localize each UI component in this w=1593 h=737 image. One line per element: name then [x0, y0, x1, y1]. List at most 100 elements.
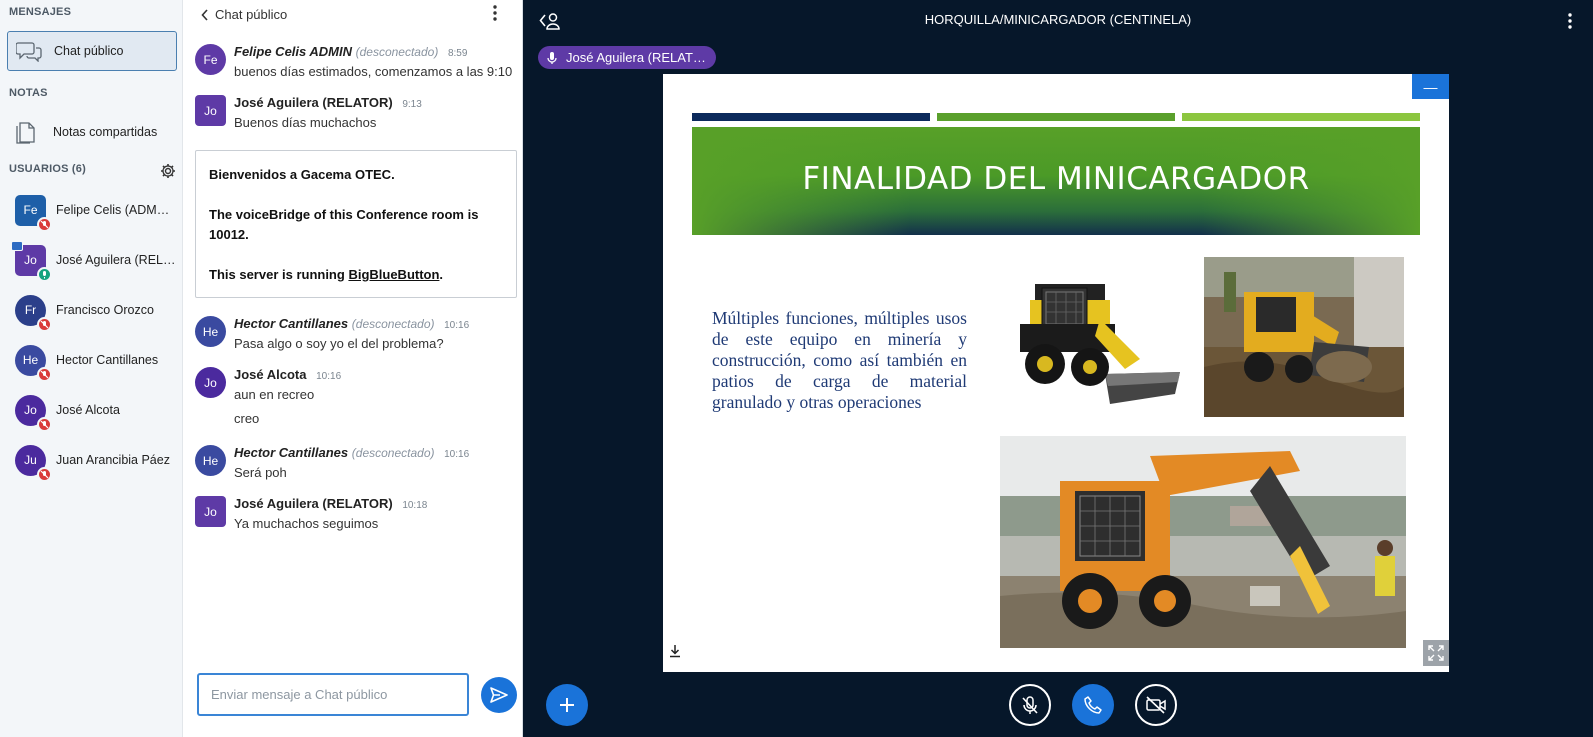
phone-icon	[1084, 696, 1102, 714]
avatar-initials: Jo	[24, 253, 37, 267]
chat-title: Chat público	[215, 7, 288, 22]
message-text: Buenos días muchachos	[234, 115, 377, 130]
fullscreen-button[interactable]	[1423, 640, 1449, 666]
users-section-title: USUARIOS (6)	[9, 163, 86, 175]
bar-green	[937, 113, 1175, 121]
minimize-presentation-button[interactable]: —	[1412, 74, 1449, 99]
slide-decoration-bars	[692, 113, 1427, 121]
user-name: José Aguilera (RELAT…	[56, 253, 181, 267]
muted-mic-icon	[37, 466, 52, 482]
sender-name: Hector Cantillanes	[234, 316, 349, 331]
avatar-initials: Fe	[23, 203, 38, 217]
chat-message-input[interactable]	[197, 673, 469, 716]
more-options-icon[interactable]	[1566, 12, 1574, 30]
send-message-button[interactable]	[481, 677, 517, 713]
slide-title: FINALIDAD DEL MINICARGADOR	[802, 161, 1310, 197]
actions-button[interactable]	[546, 684, 588, 726]
presentation-area: HORQUILLA/MINICARGADOR (CENTINELA) José …	[523, 0, 1593, 737]
welcome-message: Bienvenidos a Gacema OTEC. The voiceBrid…	[195, 150, 517, 298]
voicebridge-line: The voiceBridge of this Conference room …	[209, 207, 479, 242]
presentation-slide: — FINALIDAD DEL MINICARGADOR Múltiples f…	[663, 74, 1449, 672]
user-list-panel: MENSAJES Chat público NOTAS Notas compar…	[0, 0, 183, 737]
user-name: Francisco Orozco	[56, 303, 154, 317]
message-text: Pasa algo o soy yo el del problema?	[234, 336, 444, 351]
avatar: Jo	[11, 240, 52, 282]
chat-back-button[interactable]: Chat público	[201, 7, 287, 22]
message-time: 10:18	[402, 500, 428, 511]
message-text: buenos días estimados, comenzamos a las …	[234, 64, 513, 79]
avatar: Ju	[15, 444, 52, 482]
avatar: Fe	[195, 44, 226, 75]
user-item[interactable]: Jo José Alcota	[0, 385, 183, 435]
webcam-off-icon	[1146, 696, 1166, 714]
user-name: Felipe Celis (ADM…(Tu)	[56, 203, 181, 217]
message-text: Ya muchachos seguimos	[234, 516, 379, 531]
avatar: Fe	[15, 194, 52, 232]
mute-toggle-button[interactable]	[1009, 684, 1051, 726]
talking-indicator[interactable]: José Aguilera (RELAT…	[538, 46, 716, 69]
sender-status: (desconectado)	[355, 45, 439, 59]
avatar: Jo	[195, 496, 226, 527]
talking-user-name: José Aguilera (RELAT…	[566, 50, 706, 65]
user-item[interactable]: Ju Juan Arancibia Páez	[0, 435, 183, 485]
microphone-icon	[547, 51, 557, 64]
loader-site-photo	[1204, 257, 1404, 417]
case-loader-hammer-photo	[1000, 436, 1406, 648]
messages-section-title: MENSAJES	[9, 6, 72, 18]
server-line-suffix: .	[439, 267, 444, 282]
sender-status: (desconectado)	[351, 317, 435, 331]
avatar-initials: Fr	[24, 303, 37, 317]
gear-icon[interactable]	[160, 163, 176, 179]
bar-lime	[1182, 113, 1420, 121]
send-icon	[490, 687, 508, 703]
message-time: 8:59	[447, 48, 468, 59]
share-webcam-button[interactable]	[1135, 684, 1177, 726]
avatar-initials: Ju	[24, 453, 37, 467]
leave-audio-button[interactable]	[1072, 684, 1114, 726]
server-line-prefix: This server is running	[209, 267, 349, 282]
message-header: José Alcota 10:16	[234, 367, 341, 382]
meeting-title: HORQUILLA/MINICARGADOR (CENTINELA)	[924, 12, 1192, 27]
chat-bubbles-icon	[16, 42, 42, 62]
avatar: Jo	[195, 367, 226, 398]
muted-mic-icon	[37, 366, 52, 382]
fullscreen-icon	[1428, 645, 1444, 661]
muted-mic-icon	[37, 416, 52, 432]
user-item[interactable]: Fe Felipe Celis (ADM…(Tu)	[0, 185, 183, 235]
sender-name: Felipe Celis ADMIN	[234, 44, 352, 59]
sender-status: (desconectado)	[351, 446, 435, 460]
bigbluebutton-link[interactable]: BigBlueButton	[348, 267, 439, 282]
public-chat-label: Chat público	[54, 44, 124, 58]
message-header: José Aguilera (RELATOR) 9:13	[234, 95, 422, 110]
user-name: Hector Cantillanes	[56, 353, 159, 367]
user-item[interactable]: Jo José Aguilera (RELAT…	[0, 235, 183, 285]
slide-paragraph: Múltiples funciones, múltiples usos de e…	[712, 308, 967, 412]
notes-section-title: NOTAS	[9, 87, 48, 99]
avatar: He	[195, 445, 226, 476]
message-time: 10:16	[444, 449, 470, 460]
public-chat-entry[interactable]: Chat público	[7, 31, 177, 71]
sender-name: José Alcota	[234, 367, 307, 382]
more-options-icon[interactable]	[491, 4, 499, 22]
plus-icon	[560, 698, 574, 712]
muted-mic-icon	[37, 316, 52, 332]
sender-name: Hector Cantillanes	[234, 445, 349, 460]
message-header: Hector Cantillanes (desconectado) 10:16	[234, 445, 469, 460]
message-header: Felipe Celis ADMIN (desconectado) 8:59	[234, 44, 467, 59]
user-item[interactable]: Fr Francisco Orozco	[0, 285, 183, 335]
bar-navy	[692, 113, 930, 121]
shared-notes-entry[interactable]: Notas compartidas	[7, 113, 177, 151]
user-item[interactable]: He Hector Cantillanes	[0, 335, 183, 385]
avatar: Fr	[15, 294, 52, 332]
slide-title-banner: FINALIDAD DEL MINICARGADOR	[692, 127, 1420, 235]
user-name: José Alcota	[56, 403, 120, 417]
avatar: Jo	[15, 394, 52, 432]
message-header: José Aguilera (RELATOR) 10:18	[234, 496, 427, 511]
download-icon[interactable]	[669, 644, 681, 658]
message-time: 10:16	[444, 320, 470, 331]
avatar: He	[195, 316, 226, 347]
chevron-left-icon	[201, 8, 208, 21]
avatar-initials: Jo	[24, 403, 37, 417]
shared-notes-label: Notas compartidas	[53, 125, 158, 139]
user-name-text: Felipe Celis (ADM…	[56, 203, 170, 217]
